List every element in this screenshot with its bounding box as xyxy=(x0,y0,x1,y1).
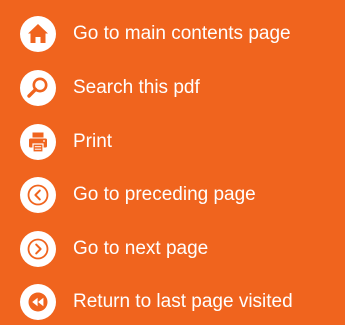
next-page-button[interactable] xyxy=(20,231,56,267)
rewind-icon xyxy=(28,292,48,312)
last-visited-page-link-label[interactable]: Return to last page visited xyxy=(73,291,293,313)
search-link[interactable]: Search this pdf xyxy=(0,66,345,110)
navigation-menu: Go to main contents page Search this pdf… xyxy=(0,0,345,325)
search-button[interactable] xyxy=(20,70,56,106)
previous-page-button[interactable] xyxy=(20,177,56,213)
next-page-link-label[interactable]: Go to next page xyxy=(73,238,208,260)
print-link[interactable]: Print xyxy=(0,120,345,164)
search-icon xyxy=(27,77,48,98)
print-button[interactable] xyxy=(20,124,56,160)
home-button[interactable] xyxy=(20,16,56,52)
last-visited-page-button[interactable] xyxy=(20,284,56,320)
print-link-label[interactable]: Print xyxy=(73,131,112,153)
next-page-link[interactable]: Go to next page xyxy=(0,227,345,271)
previous-page-link-label[interactable]: Go to preceding page xyxy=(73,184,256,206)
home-link-label[interactable]: Go to main contents page xyxy=(73,23,291,45)
chevron-left-icon xyxy=(27,184,49,206)
home-icon xyxy=(28,24,48,43)
chevron-right-icon xyxy=(27,238,49,260)
home-link[interactable]: Go to main contents page xyxy=(0,12,345,56)
last-visited-page-link[interactable]: Return to last page visited xyxy=(0,280,345,324)
search-link-label[interactable]: Search this pdf xyxy=(73,77,200,99)
printer-icon xyxy=(29,132,47,153)
previous-page-link[interactable]: Go to preceding page xyxy=(0,173,345,217)
